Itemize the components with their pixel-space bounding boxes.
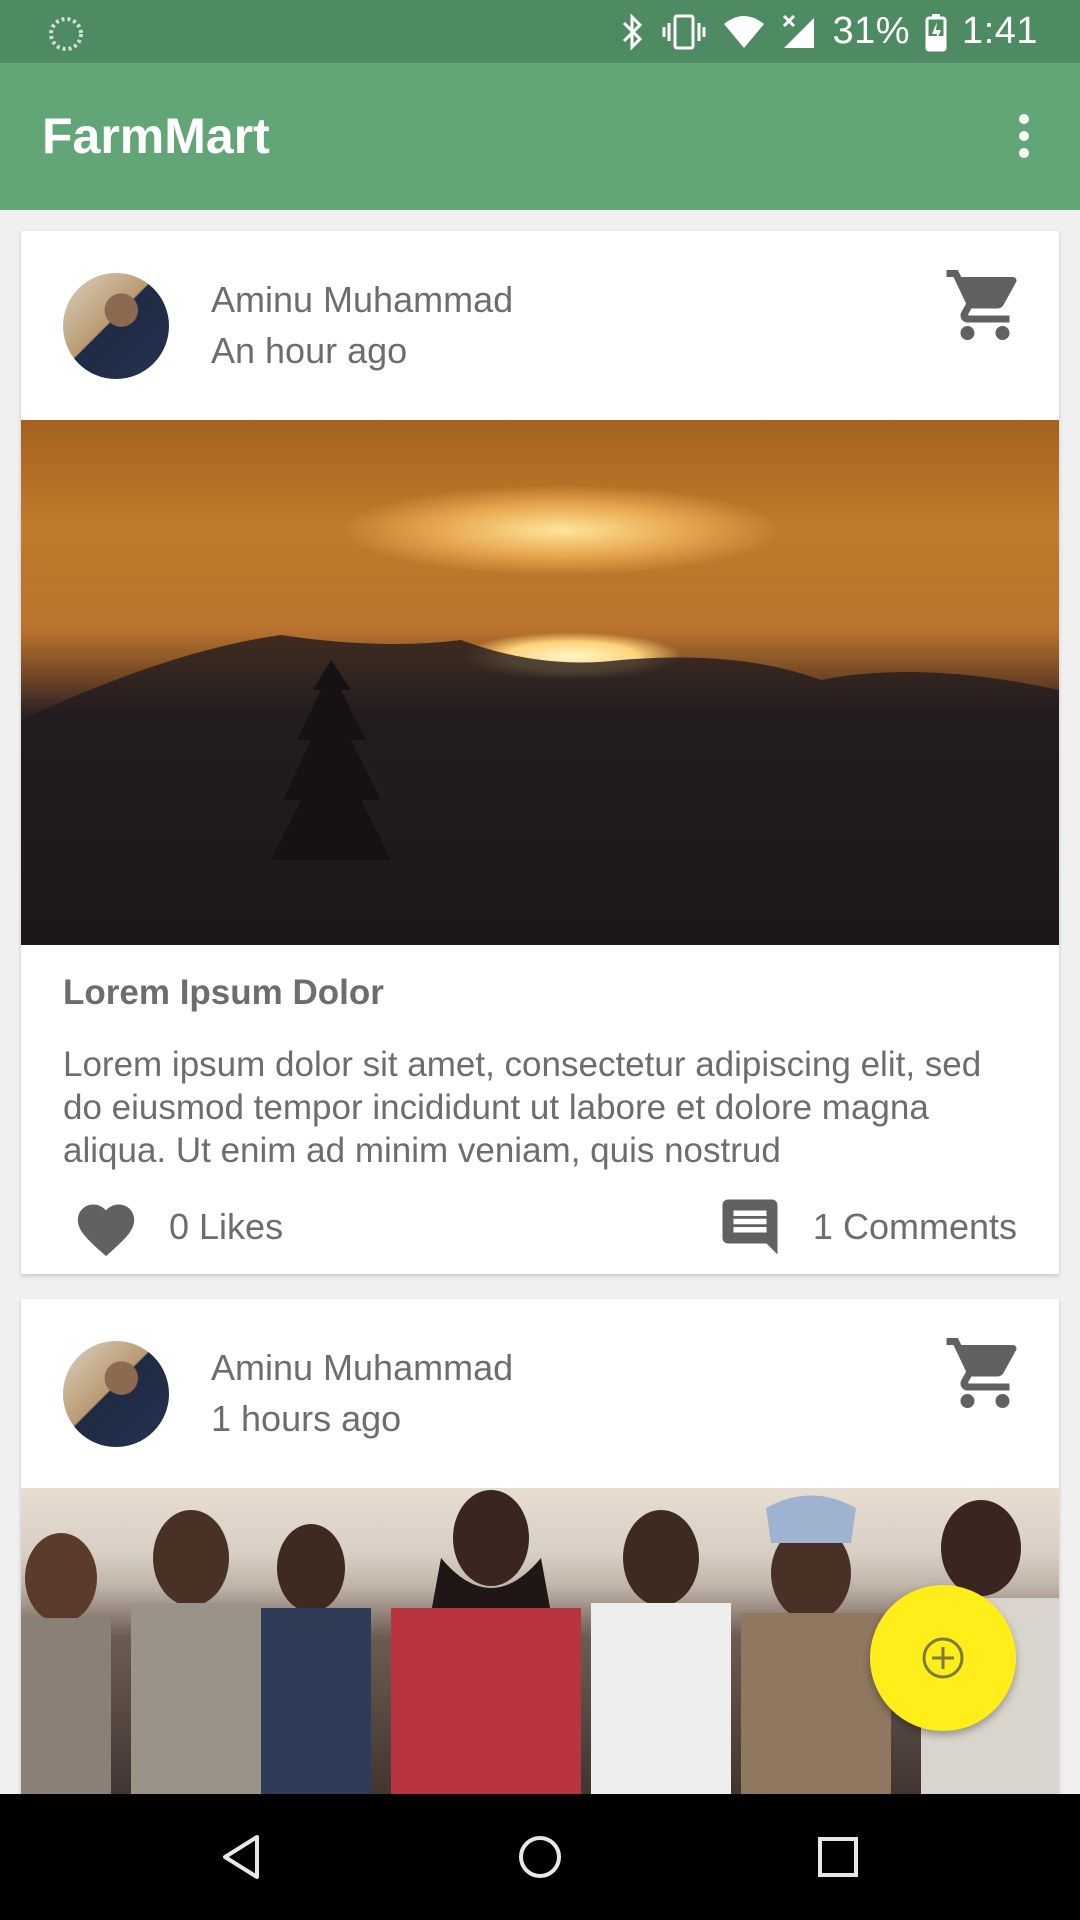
wifi-icon bbox=[724, 15, 765, 48]
post-image[interactable] bbox=[21, 420, 1059, 945]
add-circle-icon bbox=[922, 1637, 964, 1679]
battery-percent: 31% bbox=[832, 10, 911, 52]
vibrate-icon bbox=[662, 14, 706, 49]
post-time: An hour ago bbox=[211, 330, 408, 371]
signal-icon bbox=[783, 14, 815, 48]
cart-icon[interactable] bbox=[943, 263, 1027, 347]
navigation-bar bbox=[0, 1794, 1080, 1920]
status-bar: 31% 1:41 bbox=[0, 0, 1080, 63]
loading-icon bbox=[49, 17, 83, 51]
post-time: 1 hours ago bbox=[211, 1398, 402, 1439]
status-icons: 31% 1:41 bbox=[618, 0, 1038, 63]
comment-icon[interactable] bbox=[717, 1194, 783, 1260]
post-card[interactable]: Aminu Muhammad An hour ago Lorem Ipsum D… bbox=[21, 231, 1059, 1274]
post-card[interactable]: Aminu Muhammad 1 hours ago bbox=[21, 1299, 1059, 1819]
avatar[interactable] bbox=[63, 273, 169, 379]
tree-silhouette bbox=[21, 635, 1059, 945]
home-icon[interactable] bbox=[510, 1827, 570, 1887]
app-bar: FarmMart bbox=[0, 63, 1080, 210]
comments: 1 Comments bbox=[717, 1194, 1017, 1260]
heart-icon[interactable] bbox=[71, 1196, 141, 1258]
post-author[interactable]: Aminu Muhammad bbox=[211, 279, 513, 321]
add-post-button[interactable] bbox=[870, 1585, 1016, 1731]
back-icon[interactable] bbox=[211, 1827, 271, 1887]
clock: 1:41 bbox=[962, 10, 1038, 52]
cart-icon[interactable] bbox=[943, 1331, 1027, 1415]
post-author[interactable]: Aminu Muhammad bbox=[211, 1347, 513, 1389]
app-title: FarmMart bbox=[42, 108, 270, 164]
likes: 0 Likes bbox=[71, 1194, 283, 1260]
comments-count: 1 Comments bbox=[812, 1206, 1017, 1247]
bluetooth-icon bbox=[623, 12, 643, 51]
more-vert-icon[interactable] bbox=[996, 108, 1052, 164]
post-body: Lorem ipsum dolor sit amet, consectetur … bbox=[63, 1045, 982, 1170]
likes-count: 0 Likes bbox=[169, 1206, 284, 1247]
recents-icon[interactable] bbox=[808, 1827, 868, 1887]
avatar[interactable] bbox=[63, 1341, 169, 1447]
battery-charging-icon bbox=[925, 13, 947, 51]
post-title: Lorem Ipsum Dolor bbox=[63, 973, 384, 1012]
